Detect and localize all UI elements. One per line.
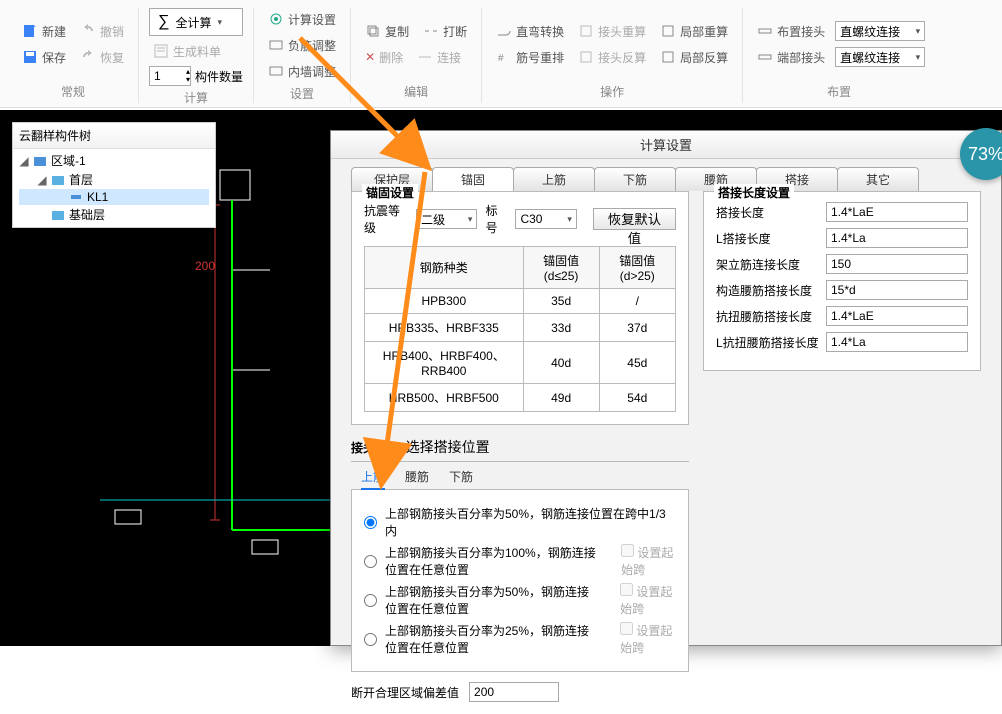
offset-label: 断开合理区域偏差值 (351, 684, 459, 701)
radio-row[interactable]: 上部钢筋接头百分率为25%，钢筋连接位置在任意位置 设置起始跨 (364, 622, 676, 656)
group-label-buzhi: 布置 (827, 80, 851, 103)
kangzhen-select[interactable]: 二级▾ (416, 209, 477, 229)
table-row: HPB30035d/ (365, 289, 676, 314)
anchor-table: 钢筋种类锚固值(d≤25)锚固值(d>25) HPB30035d/HRB335、… (364, 246, 676, 412)
calc-settings-dialog: 计算设置 保护层锚固上筋下筋腰筋搭接其它 锚固设置 抗震等级 二级▾ 标号 C3… (330, 130, 1002, 646)
group-label-bianji: 编辑 (404, 80, 428, 103)
joint-settings-label: 接头设置 选择搭接位置 (351, 441, 490, 455)
radio-row[interactable]: 上部钢筋接头百分率为50%，钢筋连接位置在任意位置 设置起始跨 (364, 583, 676, 617)
group-label-shezhi: 设置 (290, 82, 314, 105)
lianjie-button[interactable]: 连接 (413, 46, 465, 68)
buzhi-jietou-button[interactable]: 布置接头 (753, 20, 829, 42)
duantou-jietou-button[interactable]: 端部接头 (753, 46, 829, 68)
offset-input[interactable]: 200 (469, 682, 559, 702)
subtab-1[interactable]: 腰筋 (405, 468, 429, 490)
ribbon: 新建 撤销 保存 恢复 常规 ∑全计算▾ 生成料单 1▴▾ 构件数量 计算 计算… (0, 0, 1002, 108)
kv-input[interactable]: 15*d (826, 280, 968, 300)
zhiwan-button[interactable]: 直弯转换 (492, 20, 568, 42)
component-tree-panel: 云翻样构件树 ◢区域-1 ◢首层 KL1 基础层 (12, 122, 216, 228)
dialog-title: 计算设置 (331, 131, 1001, 159)
group-label-changgui: 常规 (61, 80, 85, 103)
dialog-tab-3[interactable]: 下筋 (594, 167, 676, 191)
dialog-tab-6[interactable]: 其它 (837, 167, 919, 191)
table-row: HRB500、HRBF50049d54d (365, 384, 676, 412)
kv-row: 搭接长度1.4*LaE (716, 202, 968, 222)
dialog-tab-2[interactable]: 上筋 (513, 167, 595, 191)
subtab-0[interactable]: 上筋 (361, 468, 385, 490)
kv-row: L抗扭腰筋搭接长度1.4*La (716, 332, 968, 352)
radio-row[interactable]: 上部钢筋接头百分率为100%，钢筋连接位置在任意位置 设置起始跨 (364, 544, 676, 578)
group-label-caozuo: 操作 (600, 80, 624, 103)
dialog-tabs: 保护层锚固上筋下筋腰筋搭接其它 (331, 159, 1001, 191)
anchor-settings-title: 锚固设置 (362, 184, 418, 201)
splice-length-title: 搭接长度设置 (714, 184, 794, 201)
biaohao-select[interactable]: C30▾ (515, 209, 576, 229)
svg-text:200: 200 (195, 259, 215, 273)
tree-row-basement[interactable]: 基础层 (19, 205, 209, 224)
kv-input[interactable]: 1.4*LaE (826, 306, 968, 326)
subtab-2[interactable]: 下筋 (449, 468, 473, 490)
biaohao-label: 标号 (485, 202, 507, 236)
radio-input[interactable] (364, 516, 377, 529)
jinhao-button[interactable]: #筋号重排 (492, 46, 568, 68)
kv-row: 抗扭腰筋搭接长度1.4*LaE (716, 306, 968, 326)
radio-row[interactable]: 上部钢筋接头百分率为50%，钢筋连接位置在跨中1/3内 (364, 505, 676, 539)
start-span-checkbox[interactable]: 设置起始跨 (620, 583, 676, 617)
qty-label: 构件数量 (195, 68, 243, 85)
gen-list-button[interactable]: 生成料单 (149, 40, 225, 62)
connection-select-2[interactable]: 直螺纹连接▾ (835, 47, 925, 67)
qty-spin[interactable]: 1▴▾ (149, 66, 191, 86)
kangzhen-label: 抗震等级 (364, 202, 408, 236)
table-row: HRB335、HRBF33533d37d (365, 314, 676, 342)
tree-row-kl1[interactable]: KL1 (19, 189, 209, 205)
reset-default-button[interactable]: 恢复默认值 (593, 208, 676, 230)
kv-input[interactable]: 1.4*La (826, 332, 968, 352)
kv-row: 架立筋连接长度150 (716, 254, 968, 274)
svg-text:#: # (498, 53, 504, 64)
dialog-tab-1[interactable]: 锚固 (432, 167, 514, 191)
jubu-fan-button[interactable]: 局部反算 (656, 46, 732, 68)
redo-button[interactable]: 恢复 (76, 46, 128, 68)
start-span-checkbox[interactable]: 设置起始跨 (621, 544, 676, 578)
tree-title: 云翻样构件树 (13, 123, 215, 149)
kv-input[interactable]: 1.4*La (826, 228, 968, 248)
fujin-button[interactable]: 负筋调整 (264, 34, 340, 56)
save-button[interactable]: 保存 (18, 46, 70, 68)
break-button[interactable]: 打断 (419, 20, 471, 42)
tree-row-floor1[interactable]: ◢首层 (19, 170, 209, 189)
all-calc-button[interactable]: ∑全计算▾ (149, 8, 243, 36)
jubu-chong-button[interactable]: 局部重算 (656, 20, 732, 42)
undo-button[interactable]: 撤销 (76, 20, 128, 42)
delete-button[interactable]: ✕删除 (361, 46, 407, 68)
radio-input[interactable] (364, 555, 377, 568)
tree-row-root[interactable]: ◢区域-1 (19, 151, 209, 170)
jietou-fan-button[interactable]: 接头反算 (574, 46, 650, 68)
group-label-jisuan: 计算 (184, 86, 208, 109)
kv-row: L搭接长度1.4*La (716, 228, 968, 248)
jietou-chong-button[interactable]: 接头重算 (574, 20, 650, 42)
start-span-checkbox[interactable]: 设置起始跨 (620, 622, 676, 656)
kv-input[interactable]: 150 (826, 254, 968, 274)
radio-input[interactable] (364, 594, 377, 607)
kv-row: 构造腰筋搭接长度15*d (716, 280, 968, 300)
kv-input[interactable]: 1.4*LaE (826, 202, 968, 222)
calc-settings-button[interactable]: 计算设置 (264, 8, 340, 30)
new-button[interactable]: 新建 (18, 20, 70, 42)
neiqiang-button[interactable]: 内墙调整 (264, 60, 340, 82)
radio-input[interactable] (364, 633, 377, 646)
copy-button[interactable]: 复制 (361, 20, 413, 42)
table-row: HRB400、HRBF400、RRB40040d45d (365, 342, 676, 384)
connection-select-1[interactable]: 直螺纹连接▾ (835, 21, 925, 41)
